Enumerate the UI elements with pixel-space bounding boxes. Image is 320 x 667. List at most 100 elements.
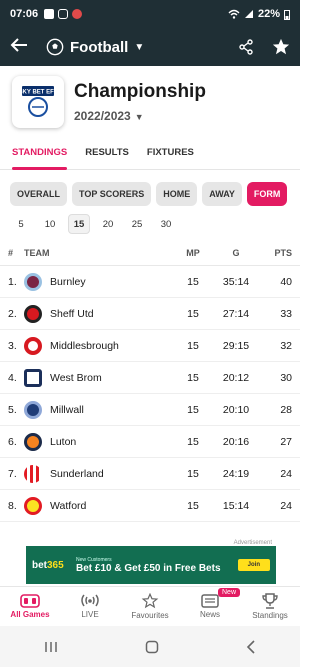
team-name: Burnley [50,275,86,288]
chevron-down-icon[interactable]: ▼ [134,42,144,53]
league-logo-text: SKY BET EFL [19,90,58,96]
live-broadcast-icon [81,594,99,607]
form-option-10[interactable]: 10 [39,214,61,234]
table-row[interactable]: 5. Millwall 15 20:10 28 [0,394,300,426]
league-tabs: STANDINGS RESULTS FIXTURES [0,136,300,170]
sport-title[interactable]: Football [70,39,128,56]
row-goals: 29:15 [222,339,250,352]
nav-all-games[interactable]: All Games [0,587,60,626]
team-crest-icon [24,272,42,291]
recent-apps-icon[interactable] [44,641,58,653]
team-crest-icon [24,304,42,323]
row-points: 30 [280,371,292,384]
signal-icon [244,10,253,18]
table-row[interactable]: 3. Middlesbrough 15 29:15 32 [0,330,300,362]
tab-fixtures[interactable]: FIXTURES [147,136,194,170]
table-row[interactable]: 2. Sheff Utd 15 27:14 33 [0,298,300,330]
table-row[interactable]: 1. Burnley 15 35:14 40 [0,266,300,298]
chip-overall[interactable]: OVERALL [10,182,68,206]
row-matches-played: 15 [187,275,199,288]
team-crest-icon [24,400,42,419]
status-bar: 07:06 22% [0,0,300,28]
nav-label: All Games [10,610,50,619]
row-points: 40 [280,275,292,288]
advertisement-banner[interactable]: bet365 New Customers Bet £10 & Get £50 i… [26,546,276,584]
row-position: 5. [8,403,17,416]
nav-label: LIVE [81,610,99,619]
form-option-25[interactable]: 25 [126,214,148,234]
row-goals: 27:14 [222,307,250,320]
row-position: 7. [8,467,17,480]
row-points: 24 [280,467,292,480]
table-row[interactable]: 7. Sunderland 15 24:19 24 [0,458,300,490]
row-matches-played: 15 [187,307,199,320]
standings-table-body: 1. Burnley 15 35:14 40 2. Sheff Utd 15 2… [0,266,300,522]
share-icon[interactable] [238,39,254,55]
season-selector[interactable]: 2022/2023 ▼ [74,109,206,123]
back-icon[interactable] [246,639,256,654]
ad-join-button[interactable]: Join [237,559,270,571]
table-row[interactable]: 8. Watford 15 15:14 24 [0,490,300,522]
scoreboard-icon [20,594,40,608]
row-position: 2. [8,307,17,320]
form-option-5[interactable]: 5 [10,214,32,234]
league-header: SKY BET EFL Championship 2022/2023 ▼ [0,66,300,136]
favourite-star-icon[interactable] [272,38,290,56]
form-option-15[interactable]: 15 [68,214,90,234]
chip-top-scorers[interactable]: TOP SCORERS [72,182,152,206]
nav-favourites[interactable]: Favourites [120,587,180,626]
row-matches-played: 15 [187,467,199,480]
form-option-30[interactable]: 30 [155,214,177,234]
chevron-down-icon: ▼ [134,112,144,122]
team-name: Millwall [50,403,84,416]
trophy-icon [262,593,278,609]
standings-table-header: # TEAM MP G PTS [0,240,300,266]
team-name: Sunderland [50,467,104,480]
row-goals: 20:16 [222,435,250,448]
team-name: West Brom [50,371,102,384]
nav-label: Standings [252,611,288,620]
tab-standings[interactable]: STANDINGS [12,136,68,170]
wifi-icon [228,9,240,19]
team-crest-icon [24,464,42,483]
row-points: 33 [280,307,292,320]
tab-results[interactable]: RESULTS [85,136,129,170]
newspaper-icon [201,594,219,608]
team-name: Middlesbrough [50,339,119,352]
team-crest-icon [24,336,42,355]
row-matches-played: 15 [187,339,199,352]
row-position: 1. [8,275,17,288]
star-outline-icon [141,593,159,609]
ad-offer-text: Bet £10 & Get £50 in Free Bets [76,562,221,574]
table-row[interactable]: 4. West Brom 15 20:12 30 [0,362,300,394]
nav-news[interactable]: New News [180,587,241,626]
row-points: 27 [280,435,292,448]
instagram-notification-icon [58,9,69,19]
row-goals: 35:14 [222,275,250,288]
team-name: Watford [50,499,87,512]
system-navigation-bar [0,626,300,667]
chip-away[interactable]: AWAY [202,182,242,206]
nav-label: News [199,610,220,619]
header-goals: G [232,247,240,258]
football-icon [46,38,64,56]
back-arrow-icon[interactable] [10,36,38,59]
gallery-notification-icon [44,9,55,19]
team-name: Luton [50,435,77,448]
season-label: 2022/2023 [74,109,131,123]
chip-home[interactable]: HOME [156,182,198,206]
row-matches-played: 15 [187,403,199,416]
form-option-20[interactable]: 20 [97,214,119,234]
nav-live[interactable]: LIVE [60,587,120,626]
table-row[interactable]: 6. Luton 15 20:16 27 [0,426,300,458]
standings-filter-chips: OVERALL TOP SCORERS HOME AWAY FORM [0,170,300,206]
header-points: PTS [274,247,292,258]
nav-standings[interactable]: Standings [240,587,300,626]
chip-form[interactable]: FORM [246,182,288,206]
team-name: Sheff Utd [50,307,94,320]
header-team: TEAM [24,247,50,258]
row-matches-played: 15 [187,371,199,384]
row-goals: 20:10 [222,403,250,416]
row-position: 8. [8,499,17,512]
home-icon[interactable] [145,640,159,654]
